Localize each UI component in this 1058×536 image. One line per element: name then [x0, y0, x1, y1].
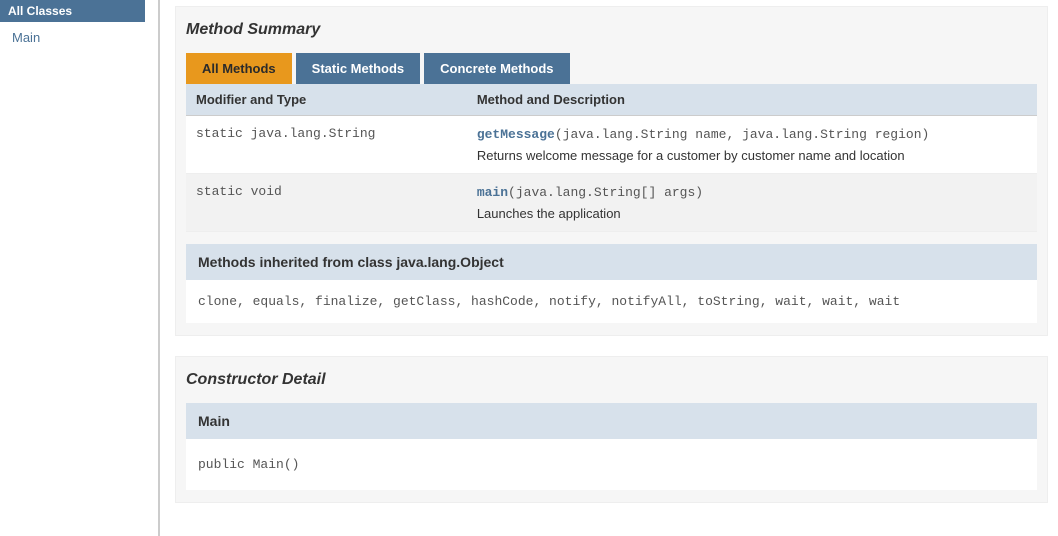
- constructor-detail-title: Constructor Detail: [176, 357, 1047, 403]
- method-cell: main(java.lang.String[] args) Launches t…: [467, 174, 1037, 232]
- main-content: Method Summary All Methods Static Method…: [175, 0, 1048, 536]
- modifier-cell: static java.lang.String: [186, 116, 467, 174]
- method-cell: getMessage(java.lang.String name, java.l…: [467, 116, 1037, 174]
- method-signature: (java.lang.String name, java.lang.String…: [555, 127, 929, 142]
- tab-static-methods[interactable]: Static Methods: [296, 53, 420, 84]
- method-description: Returns welcome message for a customer b…: [477, 148, 1027, 163]
- constructor-detail-section: Constructor Detail Main public Main(): [175, 356, 1048, 503]
- method-description: Launches the application: [477, 206, 1027, 221]
- vertical-divider: [158, 0, 160, 536]
- method-summary-title: Method Summary: [176, 7, 1047, 53]
- inherited-methods-list: clone, equals, finalize, getClass, hashC…: [186, 280, 1037, 323]
- constructor-name: Main: [186, 403, 1037, 439]
- col-modifier: Modifier and Type: [186, 84, 467, 116]
- table-row: static void main(java.lang.String[] args…: [186, 174, 1037, 232]
- sidebar: All Classes Main: [0, 0, 145, 536]
- method-summary-section: Method Summary All Methods Static Method…: [175, 6, 1048, 336]
- method-signature: (java.lang.String[] args): [508, 185, 703, 200]
- col-method-desc: Method and Description: [467, 84, 1037, 116]
- modifier-cell: static void: [186, 174, 467, 232]
- sidebar-header: All Classes: [0, 0, 145, 22]
- constructor-signature: public Main(): [186, 439, 1037, 490]
- inherited-methods-header: Methods inherited from class java.lang.O…: [186, 244, 1037, 280]
- methods-table: Modifier and Type Method and Description…: [186, 84, 1037, 232]
- method-tabs: All Methods Static Methods Concrete Meth…: [176, 53, 1047, 84]
- table-row: static java.lang.String getMessage(java.…: [186, 116, 1037, 174]
- tab-concrete-methods[interactable]: Concrete Methods: [424, 53, 569, 84]
- tab-all-methods[interactable]: All Methods: [186, 53, 292, 84]
- sidebar-link-main[interactable]: Main: [0, 22, 145, 53]
- method-link-getmessage[interactable]: getMessage: [477, 127, 555, 142]
- method-link-main[interactable]: main: [477, 185, 508, 200]
